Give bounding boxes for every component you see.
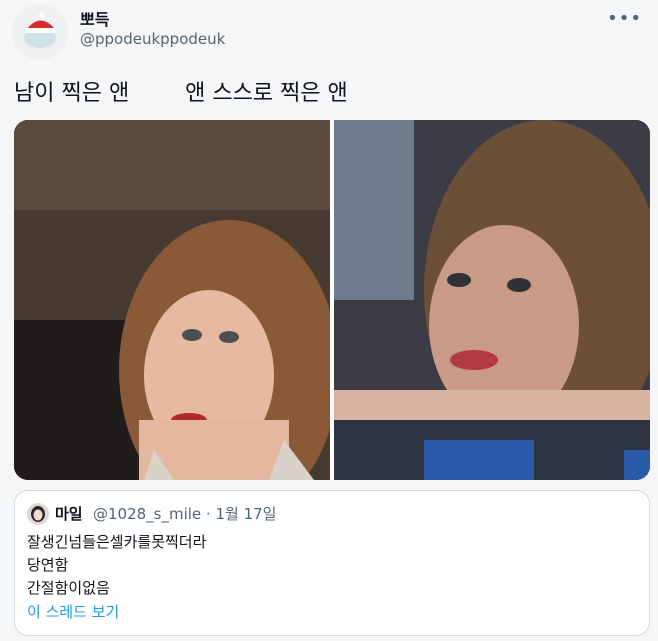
- quoted-handle-date[interactable]: @1028_s_mile · 1월 17일: [93, 503, 276, 524]
- photo-left[interactable]: [14, 120, 330, 480]
- tweet-media[interactable]: [14, 120, 650, 480]
- tweet-text-left: 남이 찍은 앤: [14, 81, 130, 106]
- author-display-name[interactable]: 뽀득: [80, 6, 109, 30]
- more-horizontal-icon[interactable]: •••: [607, 8, 642, 29]
- photo-right-image: [334, 120, 650, 480]
- photo-right[interactable]: [334, 120, 650, 480]
- quoted-tweet[interactable]: 마일 @1028_s_mile · 1월 17일 잘생긴넘들은셀카를못찍더라 당…: [14, 490, 650, 636]
- quoted-line-1: 잘생긴넘들은셀카를못찍더라: [27, 533, 207, 551]
- quoted-avatar[interactable]: [27, 503, 49, 525]
- photo-left-image: [14, 120, 330, 480]
- show-thread-link[interactable]: 이 스레드 보기: [27, 601, 119, 622]
- author-avatar[interactable]: [12, 4, 68, 60]
- author-handle[interactable]: @ppodeukppodeuk: [80, 30, 225, 48]
- avatar-santa-hat-icon: [12, 4, 68, 60]
- quoted-avatar-icon: [27, 503, 49, 525]
- tweet-text-right: 앤 스스로 찍은 앤: [185, 81, 348, 106]
- quoted-display-name[interactable]: 마일: [55, 503, 83, 524]
- quoted-line-3: 간절함이없음: [27, 579, 110, 597]
- tweet-text: 남이 찍은 앤 앤 스스로 찍은 앤: [14, 75, 348, 107]
- quoted-line-2: 당연함: [27, 556, 69, 574]
